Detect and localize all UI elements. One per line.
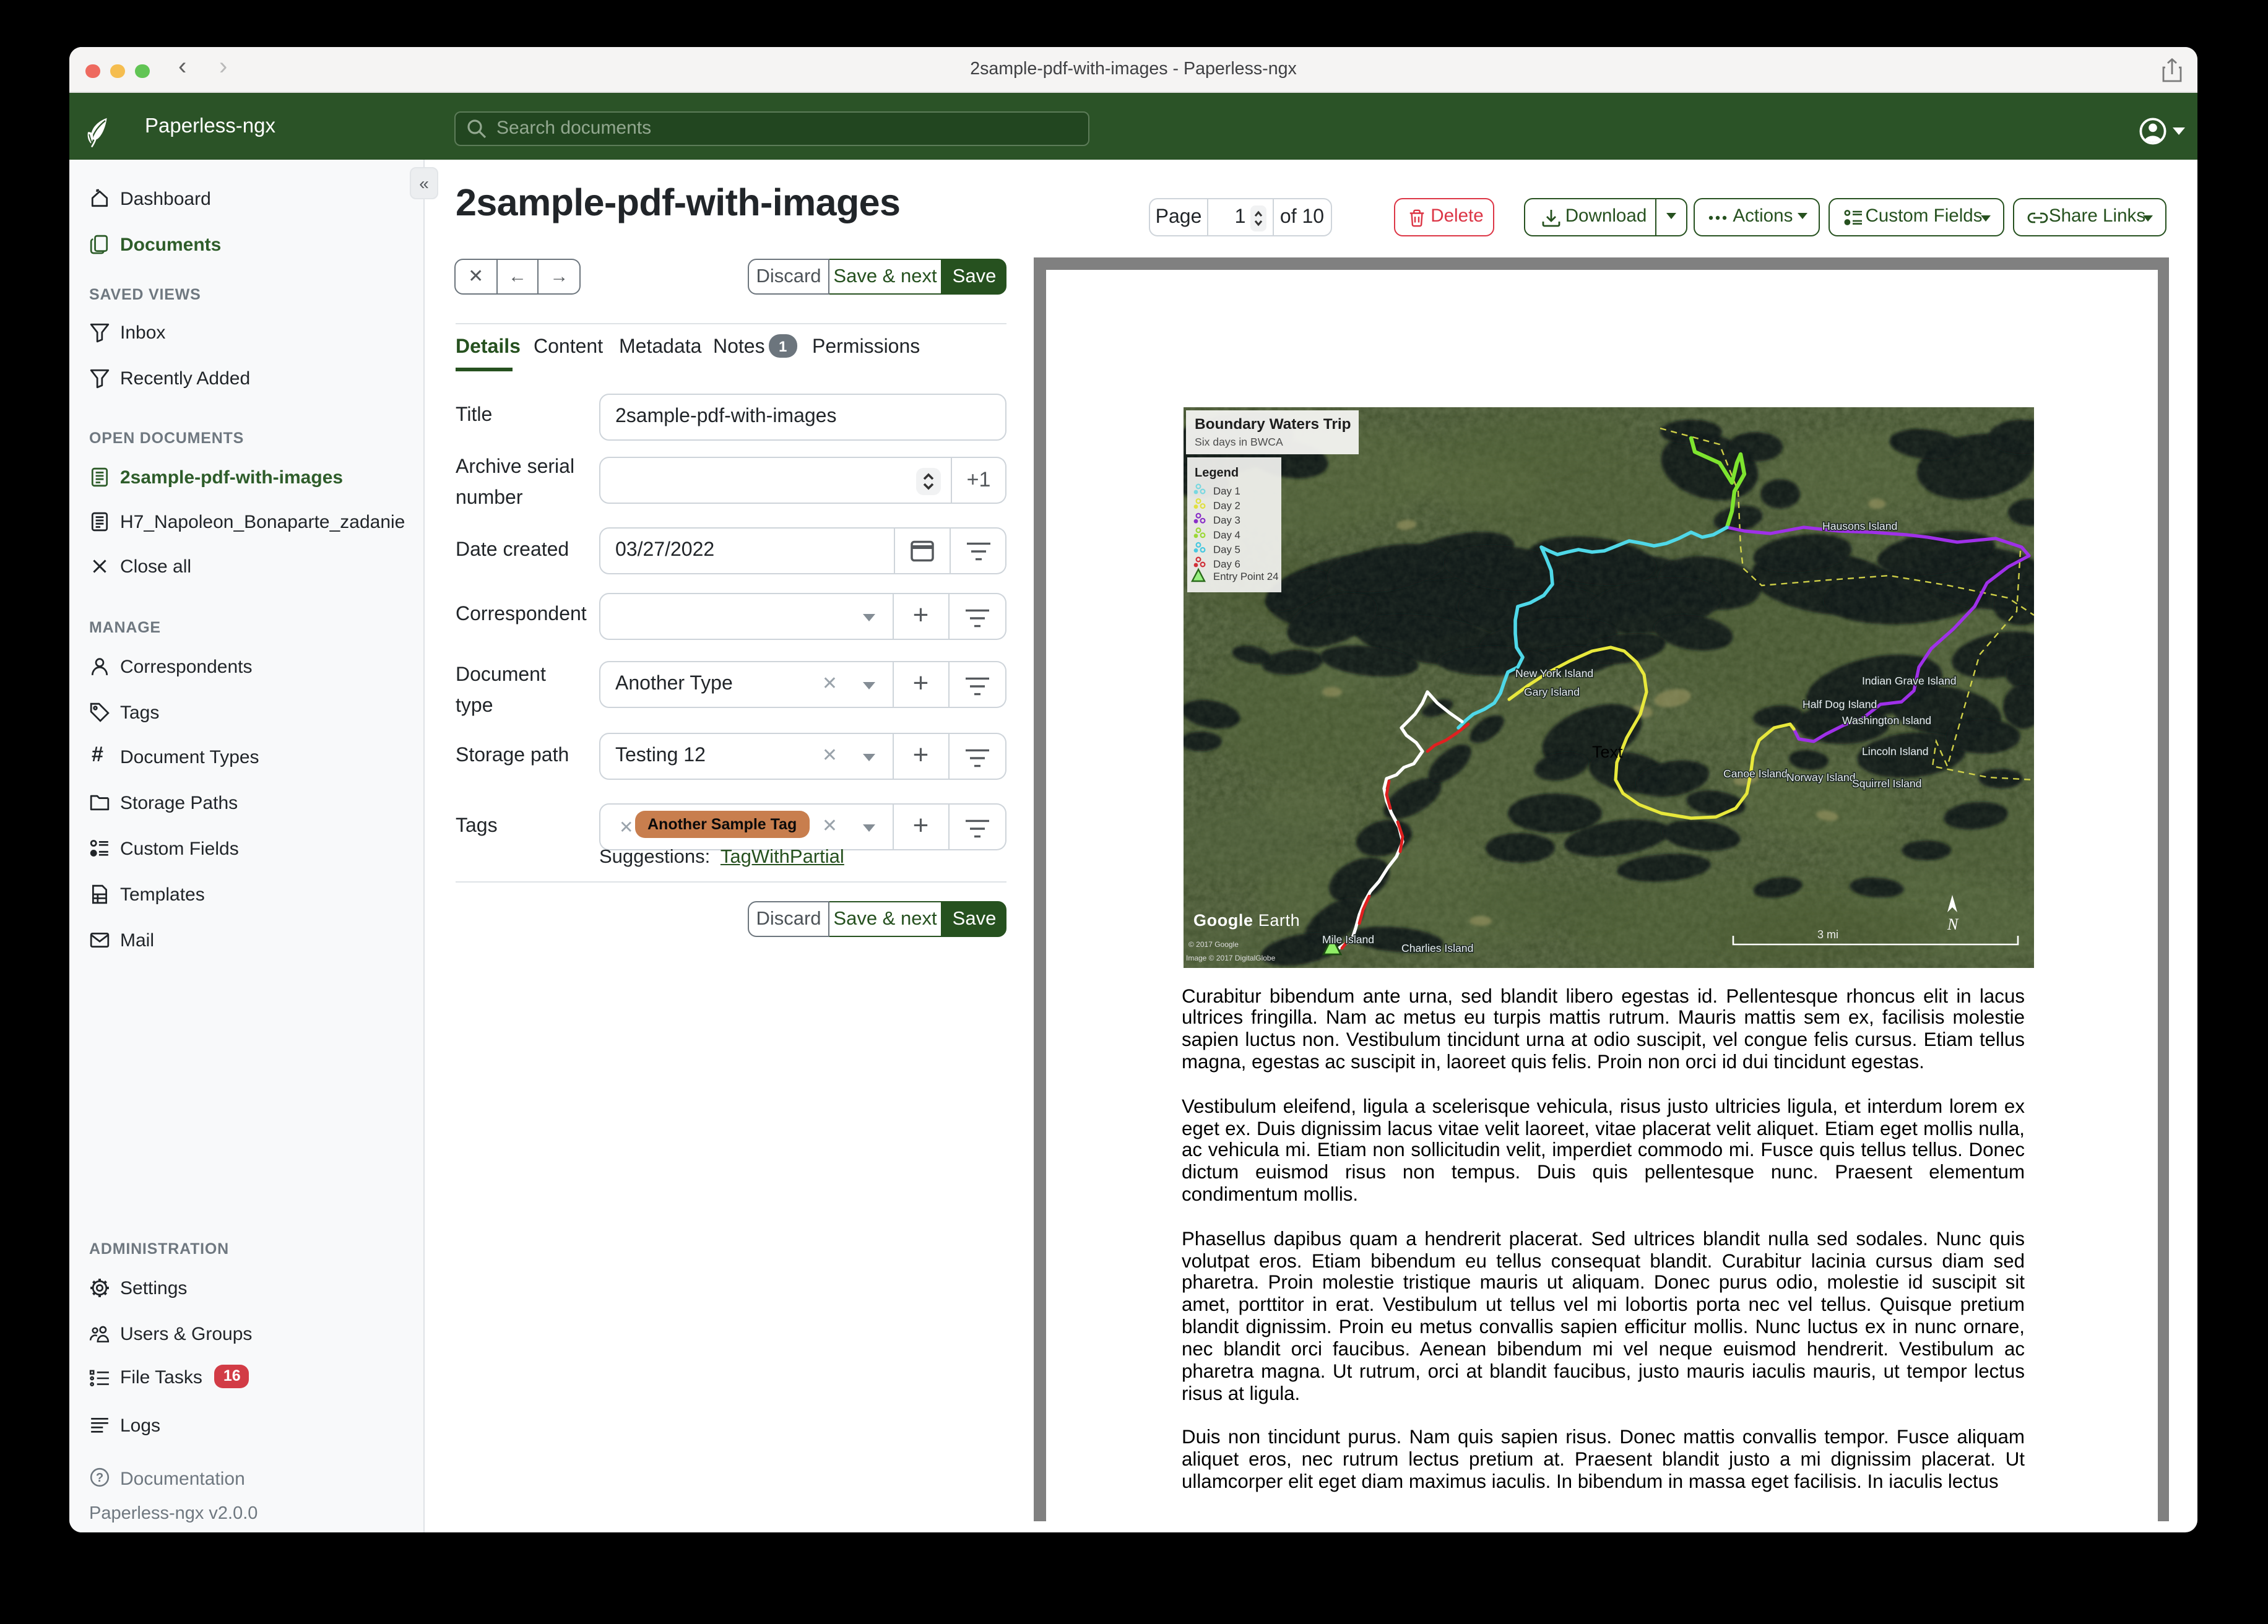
svg-text:Day 6: Day 6 <box>1213 558 1240 570</box>
svg-text:Lincoln Island: Lincoln Island <box>1861 745 1928 758</box>
svg-text:Washington Island: Washington Island <box>1842 714 1931 727</box>
svg-text:Half Dog Island: Half Dog Island <box>1802 698 1876 710</box>
svg-text:Six days in BWCA: Six days in BWCA <box>1194 436 1283 448</box>
svg-text:Squirrel Island: Squirrel Island <box>1851 777 1921 790</box>
svg-text:Day 3: Day 3 <box>1213 514 1240 526</box>
svg-text:Hausons Island: Hausons Island <box>1822 520 1897 532</box>
svg-text:Google Earth: Google Earth <box>1193 911 1299 930</box>
svg-text:Day 4: Day 4 <box>1213 529 1240 541</box>
svg-text:Mile Island: Mile Island <box>1322 933 1374 946</box>
svg-text:Image © 2017 DigitalGlobe: Image © 2017 DigitalGlobe <box>1185 954 1275 962</box>
svg-text:Day 1: Day 1 <box>1213 485 1240 497</box>
svg-text:Norway Island: Norway Island <box>1786 771 1855 784</box>
svg-text:Legend: Legend <box>1194 466 1238 480</box>
svg-text:N: N <box>1946 915 1959 933</box>
svg-text:3 mi: 3 mi <box>1817 928 1838 941</box>
svg-text:© 2017 Google: © 2017 Google <box>1188 940 1238 949</box>
svg-text:?: ? <box>96 1471 103 1484</box>
svg-text:Charlies Island: Charlies Island <box>1401 942 1473 954</box>
svg-text:Day 5: Day 5 <box>1213 543 1240 555</box>
svg-text:Gary Island: Gary Island <box>1523 686 1579 698</box>
svg-text:Day 2: Day 2 <box>1213 500 1240 512</box>
svg-text:Text: Text <box>1591 743 1622 761</box>
svg-text:Boundary Waters Trip: Boundary Waters Trip <box>1194 416 1351 433</box>
svg-text:New York Island: New York Island <box>1515 667 1593 680</box>
svg-text:Canoe Island: Canoe Island <box>1723 767 1787 780</box>
svg-text:Entry Point 24: Entry Point 24 <box>1213 571 1278 582</box>
svg-text:Indian Grave Island: Indian Grave Island <box>1861 675 1956 687</box>
